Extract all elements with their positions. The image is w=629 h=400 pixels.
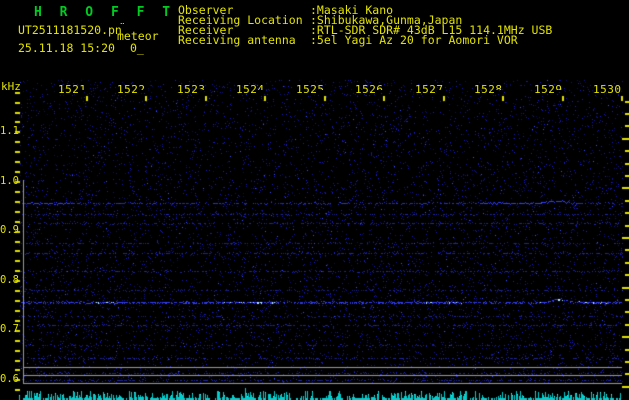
antenna-label: Receiving antenna bbox=[178, 33, 296, 47]
frequency-tick-label: 1.0 bbox=[0, 175, 19, 187]
time-tick-label: 1528 bbox=[474, 83, 503, 96]
time-tick-label: 1521 bbox=[58, 83, 87, 96]
spectrogram-canvas bbox=[0, 0, 629, 400]
time-tick-label: 1527 bbox=[415, 83, 444, 96]
frequency-tick-label: 0.7 bbox=[0, 323, 19, 335]
datetime-label: 25.11.18 15:20 bbox=[18, 41, 115, 55]
frequency-tick-label: 0.9 bbox=[0, 224, 19, 236]
time-tick-label: 1524 bbox=[236, 83, 265, 96]
frequency-unit-label: kHz bbox=[1, 80, 21, 93]
frequency-tick-label: 1.1 bbox=[0, 125, 19, 137]
frequency-tick-label: 0.8 bbox=[0, 274, 19, 286]
time-tick-label: 1526 bbox=[355, 83, 384, 96]
hrofft-screen: H R O F F T UT2511181520.pn ¨ meteor 25.… bbox=[0, 0, 629, 400]
time-tick-label: 1529 bbox=[534, 83, 563, 96]
meteor-counter: 0_ bbox=[130, 41, 144, 55]
time-tick-label: 1525 bbox=[296, 83, 325, 96]
frequency-tick-label: 0.6 bbox=[0, 373, 19, 385]
antenna-value: :5el Yagi Az 20 for Aomori VOR bbox=[310, 33, 518, 47]
output-filename: UT2511181520.pn bbox=[18, 23, 122, 37]
time-tick-label: 1530 bbox=[593, 83, 622, 96]
time-tick-label: 1523 bbox=[177, 83, 206, 96]
time-tick-label: 1522 bbox=[117, 83, 146, 96]
app-title: H R O F F T bbox=[34, 5, 176, 20]
